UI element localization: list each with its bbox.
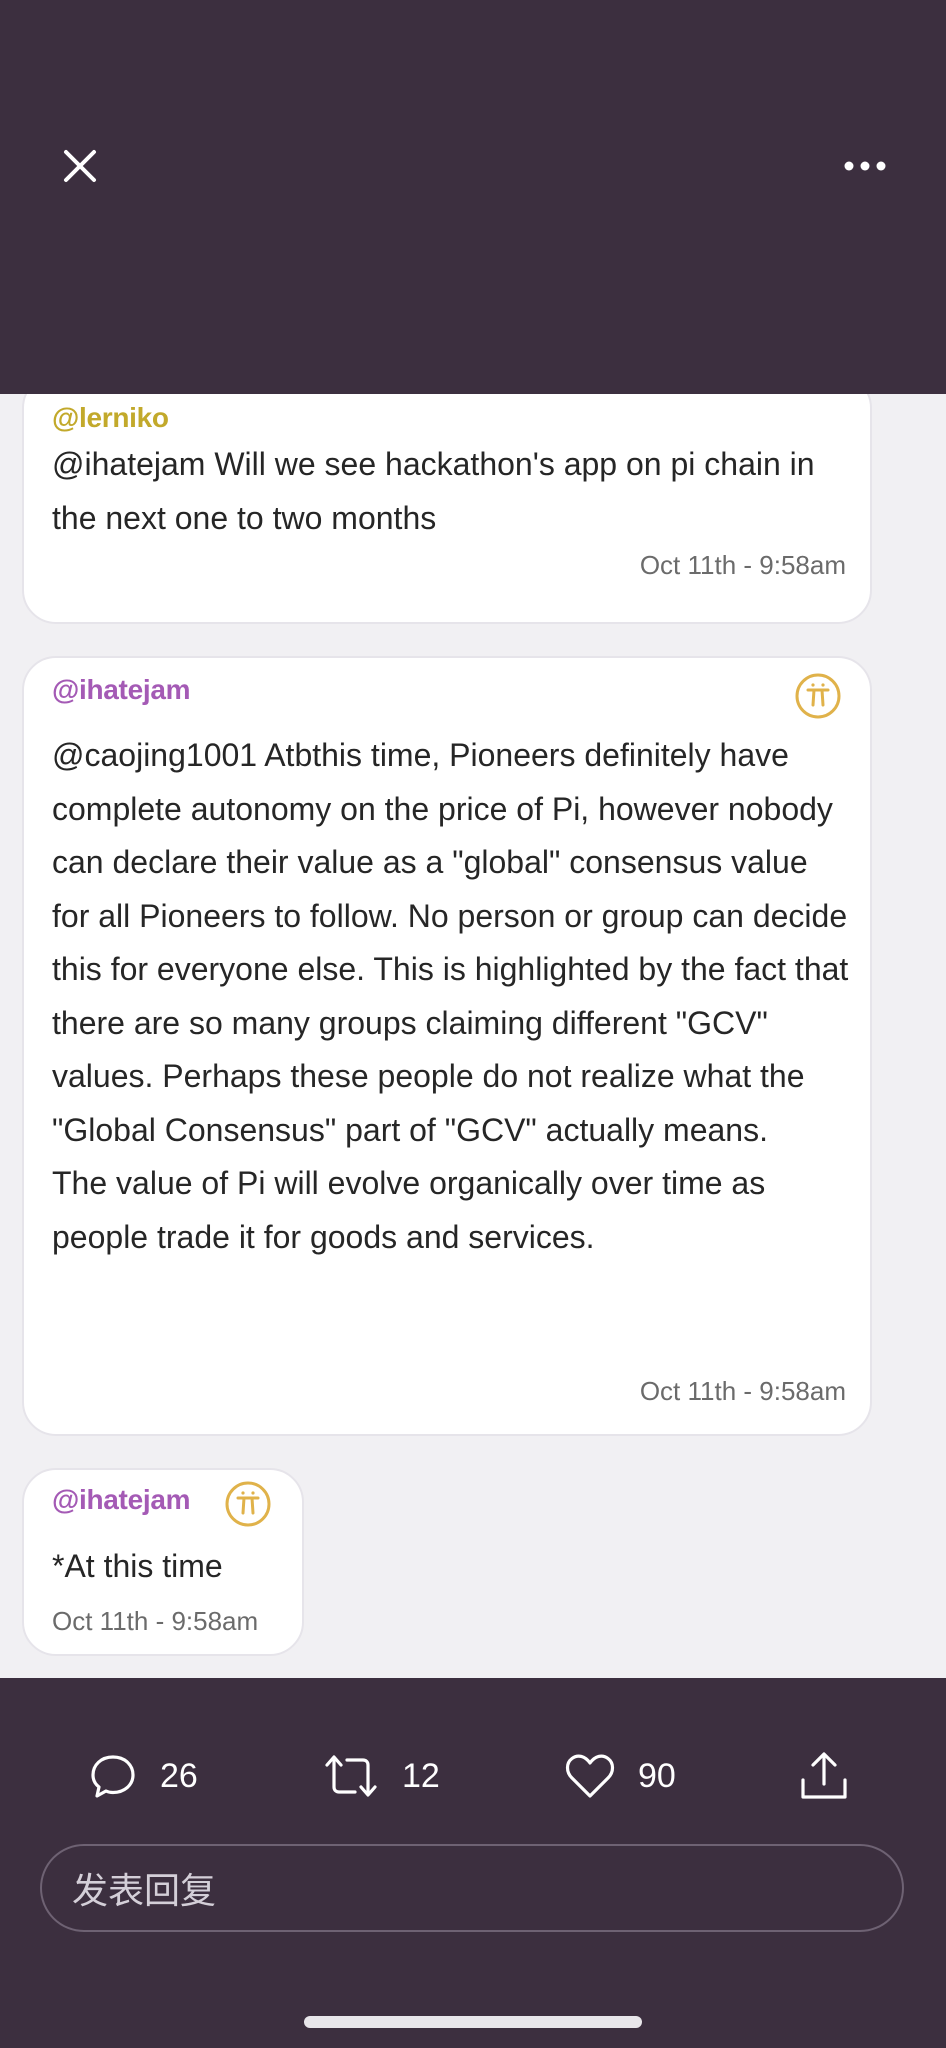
home-indicator[interactable]	[304, 2016, 642, 2028]
message-bubble: @lerniko @ihatejam Will we see hackathon…	[22, 394, 872, 624]
top-bar	[0, 0, 946, 394]
heart-icon	[565, 1754, 615, 1798]
share-icon	[801, 1752, 847, 1799]
message-timestamp: Oct 11th - 9:58am	[639, 550, 846, 580]
message-text: @caojing1001 Atbthis time, Pioneers defi…	[52, 737, 849, 1255]
share-button[interactable]	[798, 1746, 850, 1806]
message-bubble: @ihatejam @caojing1001 Atbthis time, Pio…	[22, 656, 872, 1436]
more-options-button[interactable]	[836, 140, 894, 192]
pi-core-team-icon	[225, 1481, 271, 1527]
retweet-count: 12	[402, 1756, 440, 1795]
reply-input[interactable]: 发表回复	[40, 1844, 904, 1932]
close-icon	[64, 150, 96, 182]
reply-button[interactable]: 26	[88, 1746, 198, 1806]
message-timestamp: Oct 11th - 9:58am	[52, 1606, 259, 1636]
pi-core-team-icon	[795, 673, 841, 719]
conversation-thread[interactable]: @lerniko @ihatejam Will we see hackathon…	[0, 394, 946, 1678]
reply-count: 26	[160, 1756, 198, 1795]
like-count: 90	[638, 1756, 676, 1795]
more-horizontal-icon	[844, 161, 886, 171]
message-bubble: @ihatejam *At this time Oct 11th - 9:58a…	[22, 1468, 304, 1656]
message-username[interactable]: @ihatejam	[52, 1484, 191, 1516]
close-button[interactable]	[52, 138, 108, 194]
message-username[interactable]: @ihatejam	[52, 674, 191, 706]
comment-icon	[91, 1755, 135, 1798]
message-timestamp: Oct 11th - 9:58am	[639, 1376, 846, 1406]
bottom-action-bar: 26 12 90 发表回复	[0, 1678, 946, 2048]
message-text: @ihatejam Will we see hackathon's app on…	[52, 446, 824, 536]
message-text: *At this time	[52, 1548, 223, 1584]
retweet-icon	[325, 1755, 377, 1797]
message-username[interactable]: @lerniko	[52, 402, 169, 434]
retweet-button[interactable]: 12	[322, 1746, 440, 1806]
reply-input-placeholder: 发表回复	[72, 1870, 217, 1911]
like-button[interactable]: 90	[564, 1746, 676, 1806]
